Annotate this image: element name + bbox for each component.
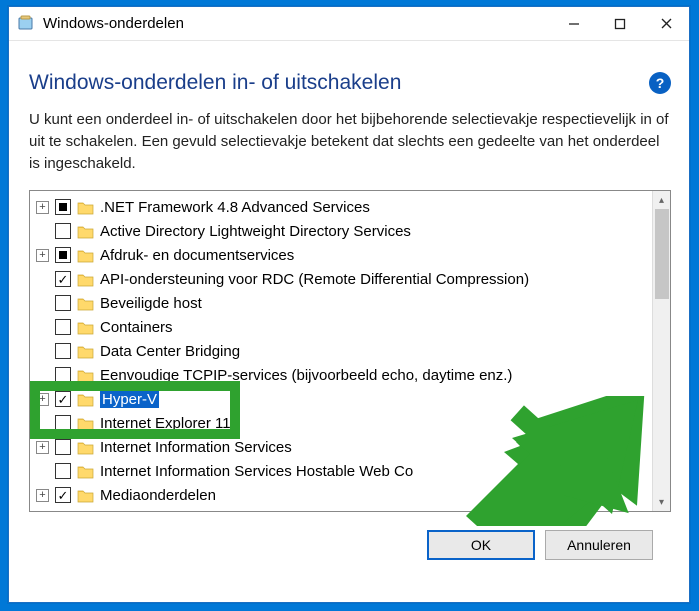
expand-toggle[interactable]: + xyxy=(36,249,49,262)
scrollbar[interactable]: ▴ ▾ xyxy=(652,191,670,511)
titlebar[interactable]: Windows-onderdelen xyxy=(9,7,689,41)
expand-toggle xyxy=(36,465,49,478)
folder-icon xyxy=(77,344,94,359)
feature-row[interactable]: Beveiligde host xyxy=(30,291,652,315)
feature-label[interactable]: Active Directory Lightweight Directory S… xyxy=(100,223,411,240)
feature-row[interactable]: Active Directory Lightweight Directory S… xyxy=(30,219,652,243)
help-icon[interactable]: ? xyxy=(649,72,671,94)
feature-row[interactable]: Containers xyxy=(30,315,652,339)
feature-checkbox[interactable] xyxy=(55,487,71,503)
folder-icon xyxy=(77,296,94,311)
feature-checkbox[interactable] xyxy=(55,343,71,359)
dialog-window: Windows-onderdelen Windows-onderdelen in… xyxy=(8,6,690,603)
folder-icon xyxy=(77,392,94,407)
expand-toggle[interactable]: + xyxy=(36,489,49,502)
folder-icon xyxy=(77,416,94,431)
scroll-thumb[interactable] xyxy=(655,209,669,299)
feature-label[interactable]: .NET Framework 4.8 Advanced Services xyxy=(100,199,370,216)
features-tree: + .NET Framework 4.8 Advanced Services Act… xyxy=(29,190,671,512)
feature-checkbox[interactable] xyxy=(55,439,71,455)
ok-button[interactable]: OK xyxy=(427,530,535,560)
feature-checkbox[interactable] xyxy=(55,271,71,287)
expand-toggle[interactable]: + xyxy=(36,441,49,454)
close-button[interactable] xyxy=(643,8,689,40)
feature-row[interactable]: + Hyper-V xyxy=(30,387,652,411)
folder-icon xyxy=(77,248,94,263)
expand-toggle xyxy=(36,321,49,334)
feature-row[interactable]: + Afdruk- en documentservices xyxy=(30,243,652,267)
folder-icon xyxy=(77,464,94,479)
feature-row[interactable]: + Internet Information Services xyxy=(30,435,652,459)
feature-label[interactable]: Containers xyxy=(100,319,173,336)
feature-checkbox[interactable] xyxy=(55,247,71,263)
feature-label[interactable]: Data Center Bridging xyxy=(100,343,240,360)
expand-toggle xyxy=(36,345,49,358)
expand-toggle[interactable]: + xyxy=(36,393,49,406)
feature-label[interactable]: Afdruk- en documentservices xyxy=(100,247,294,264)
page-heading: Windows-onderdelen in- of uitschakelen xyxy=(29,71,401,95)
cancel-button[interactable]: Annuleren xyxy=(545,530,653,560)
maximize-button[interactable] xyxy=(597,8,643,40)
folder-icon xyxy=(77,488,94,503)
feature-checkbox[interactable] xyxy=(55,463,71,479)
window-title: Windows-onderdelen xyxy=(43,15,551,32)
folder-icon xyxy=(77,440,94,455)
app-icon xyxy=(17,15,35,33)
page-description: U kunt een onderdeel in- of uitschakelen… xyxy=(29,109,671,174)
scroll-down-button[interactable]: ▾ xyxy=(653,493,670,511)
feature-row[interactable]: API-ondersteuning voor RDC (Remote Diffe… xyxy=(30,267,652,291)
feature-row[interactable]: Data Center Bridging xyxy=(30,339,652,363)
feature-row[interactable]: + Mediaonderdelen xyxy=(30,483,652,507)
feature-label[interactable]: Hyper-V xyxy=(100,391,159,408)
feature-checkbox[interactable] xyxy=(55,199,71,215)
feature-checkbox[interactable] xyxy=(55,391,71,407)
feature-row[interactable]: Eenvoudige TCPIP-services (bijvoorbeeld … xyxy=(30,363,652,387)
expand-toggle xyxy=(36,297,49,310)
feature-checkbox[interactable] xyxy=(55,367,71,383)
feature-label[interactable]: API-ondersteuning voor RDC (Remote Diffe… xyxy=(100,271,529,288)
expand-toggle xyxy=(36,273,49,286)
feature-label[interactable]: Eenvoudige TCPIP-services (bijvoorbeeld … xyxy=(100,367,512,384)
folder-icon xyxy=(77,272,94,287)
feature-label[interactable]: Internet Information Services xyxy=(100,439,292,456)
feature-label[interactable]: Beveiligde host xyxy=(100,295,202,312)
folder-icon xyxy=(77,224,94,239)
feature-checkbox[interactable] xyxy=(55,295,71,311)
scroll-up-button[interactable]: ▴ xyxy=(653,191,670,209)
folder-icon xyxy=(77,200,94,215)
folder-icon xyxy=(77,320,94,335)
expand-toggle xyxy=(36,417,49,430)
feature-label[interactable]: Internet Information Services Hostable W… xyxy=(100,463,413,480)
folder-icon xyxy=(77,368,94,383)
feature-row[interactable]: Internet Explorer 11 xyxy=(30,411,652,435)
feature-label[interactable]: Mediaonderdelen xyxy=(100,487,216,504)
feature-checkbox[interactable] xyxy=(55,319,71,335)
expand-toggle xyxy=(36,369,49,382)
expand-toggle xyxy=(36,225,49,238)
feature-checkbox[interactable] xyxy=(55,223,71,239)
feature-checkbox[interactable] xyxy=(55,415,71,431)
expand-toggle[interactable]: + xyxy=(36,201,49,214)
feature-row[interactable]: + .NET Framework 4.8 Advanced Services xyxy=(30,195,652,219)
feature-label[interactable]: Internet Explorer 11 xyxy=(100,415,231,432)
feature-row[interactable]: Internet Information Services Hostable W… xyxy=(30,459,652,483)
minimize-button[interactable] xyxy=(551,8,597,40)
dialog-content: Windows-onderdelen in- of uitschakelen ?… xyxy=(9,41,689,560)
